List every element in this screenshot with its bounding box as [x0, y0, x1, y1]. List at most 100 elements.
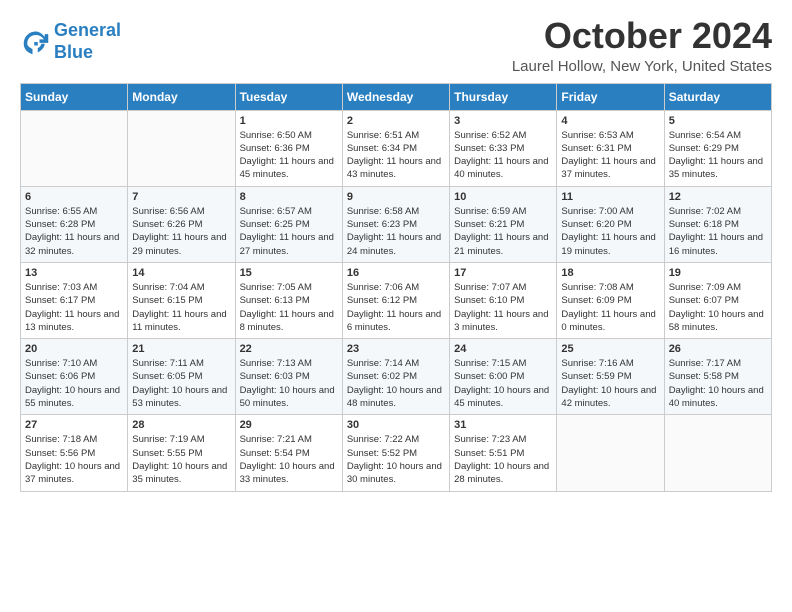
calendar-cell: 24 Sunrise: 7:15 AM Sunset: 6:00 PM Dayli…	[450, 339, 557, 415]
calendar-week-4: 27 Sunrise: 7:18 AM Sunset: 5:56 PM Dayli…	[21, 415, 772, 491]
calendar-week-2: 13 Sunrise: 7:03 AM Sunset: 6:17 PM Dayli…	[21, 262, 772, 338]
day-detail: Sunrise: 7:22 AM Sunset: 5:52 PM Dayligh…	[347, 433, 445, 486]
day-number: 5	[669, 115, 767, 127]
day-detail: Sunrise: 6:50 AM Sunset: 6:36 PM Dayligh…	[240, 129, 338, 182]
calendar-cell	[664, 415, 771, 491]
day-number: 26	[669, 343, 767, 355]
calendar-cell: 4 Sunrise: 6:53 AM Sunset: 6:31 PM Daylig…	[557, 110, 664, 186]
day-number: 28	[132, 419, 230, 431]
day-number: 31	[454, 419, 552, 431]
calendar-cell: 30 Sunrise: 7:22 AM Sunset: 5:52 PM Dayli…	[342, 415, 449, 491]
day-detail: Sunrise: 6:57 AM Sunset: 6:25 PM Dayligh…	[240, 205, 338, 258]
day-number: 11	[561, 191, 659, 203]
calendar-cell: 18 Sunrise: 7:08 AM Sunset: 6:09 PM Dayli…	[557, 262, 664, 338]
calendar-cell: 31 Sunrise: 7:23 AM Sunset: 5:51 PM Dayli…	[450, 415, 557, 491]
calendar-cell: 7 Sunrise: 6:56 AM Sunset: 6:26 PM Daylig…	[128, 186, 235, 262]
calendar-cell: 26 Sunrise: 7:17 AM Sunset: 5:58 PM Dayli…	[664, 339, 771, 415]
day-detail: Sunrise: 7:23 AM Sunset: 5:51 PM Dayligh…	[454, 433, 552, 486]
calendar-cell: 16 Sunrise: 7:06 AM Sunset: 6:12 PM Dayli…	[342, 262, 449, 338]
day-number: 8	[240, 191, 338, 203]
month-title: October 2024	[512, 16, 772, 56]
calendar-cell: 29Sunrise: 7:21 AM Sunset: 5:54 PM Dayli…	[235, 415, 342, 491]
day-detail: Sunrise: 7:06 AM Sunset: 6:12 PM Dayligh…	[347, 281, 445, 334]
day-number: 15	[240, 267, 338, 279]
calendar-cell	[128, 110, 235, 186]
weekday-header-friday: Friday	[557, 83, 664, 110]
day-number: 10	[454, 191, 552, 203]
day-detail: Sunrise: 7:14 AM Sunset: 6:02 PM Dayligh…	[347, 357, 445, 410]
day-number: 4	[561, 115, 659, 127]
logo-general: General	[54, 20, 121, 40]
day-detail: Sunrise: 6:52 AM Sunset: 6:33 PM Dayligh…	[454, 129, 552, 182]
calendar-cell: 20Sunrise: 7:10 AM Sunset: 6:06 PM Dayli…	[21, 339, 128, 415]
weekday-row: SundayMondayTuesdayWednesdayThursdayFrid…	[21, 83, 772, 110]
day-number: 2	[347, 115, 445, 127]
day-number: 7	[132, 191, 230, 203]
calendar-week-1: 6Sunrise: 6:55 AM Sunset: 6:28 PM Daylig…	[21, 186, 772, 262]
calendar-cell: 12 Sunrise: 7:02 AM Sunset: 6:18 PM Dayli…	[664, 186, 771, 262]
day-detail: Sunrise: 7:08 AM Sunset: 6:09 PM Dayligh…	[561, 281, 659, 334]
day-number: 23	[347, 343, 445, 355]
calendar-cell: 10Sunrise: 6:59 AM Sunset: 6:21 PM Dayli…	[450, 186, 557, 262]
calendar-cell: 23 Sunrise: 7:14 AM Sunset: 6:02 PM Dayli…	[342, 339, 449, 415]
calendar-cell: 13 Sunrise: 7:03 AM Sunset: 6:17 PM Dayli…	[21, 262, 128, 338]
location: Laurel Hollow, New York, United States	[512, 58, 772, 75]
day-detail: Sunrise: 7:00 AM Sunset: 6:20 PM Dayligh…	[561, 205, 659, 258]
calendar-cell: 21 Sunrise: 7:11 AM Sunset: 6:05 PM Dayli…	[128, 339, 235, 415]
calendar-cell: 22Sunrise: 7:13 AM Sunset: 6:03 PM Dayli…	[235, 339, 342, 415]
day-number: 21	[132, 343, 230, 355]
day-number: 1	[240, 115, 338, 127]
day-detail: Sunrise: 7:15 AM Sunset: 6:00 PM Dayligh…	[454, 357, 552, 410]
calendar-cell: 17 Sunrise: 7:07 AM Sunset: 6:10 PM Dayli…	[450, 262, 557, 338]
calendar-cell: 15Sunrise: 7:05 AM Sunset: 6:13 PM Dayli…	[235, 262, 342, 338]
calendar-week-0: 1 Sunrise: 6:50 AM Sunset: 6:36 PM Daylig…	[21, 110, 772, 186]
calendar-cell: 9Sunrise: 6:58 AM Sunset: 6:23 PM Daylig…	[342, 186, 449, 262]
day-number: 22	[240, 343, 338, 355]
day-number: 3	[454, 115, 552, 127]
day-detail: Sunrise: 7:18 AM Sunset: 5:56 PM Dayligh…	[25, 433, 123, 486]
day-detail: Sunrise: 7:03 AM Sunset: 6:17 PM Dayligh…	[25, 281, 123, 334]
weekday-header-wednesday: Wednesday	[342, 83, 449, 110]
calendar-cell: 11 Sunrise: 7:00 AM Sunset: 6:20 PM Dayli…	[557, 186, 664, 262]
day-number: 27	[25, 419, 123, 431]
weekday-header-saturday: Saturday	[664, 83, 771, 110]
day-detail: Sunrise: 7:07 AM Sunset: 6:10 PM Dayligh…	[454, 281, 552, 334]
calendar-cell: 14Sunrise: 7:04 AM Sunset: 6:15 PM Dayli…	[128, 262, 235, 338]
day-detail: Sunrise: 6:56 AM Sunset: 6:26 PM Dayligh…	[132, 205, 230, 258]
calendar-cell: 6Sunrise: 6:55 AM Sunset: 6:28 PM Daylig…	[21, 186, 128, 262]
day-number: 30	[347, 419, 445, 431]
calendar-week-3: 20Sunrise: 7:10 AM Sunset: 6:06 PM Dayli…	[21, 339, 772, 415]
day-detail: Sunrise: 7:21 AM Sunset: 5:54 PM Dayligh…	[240, 433, 338, 486]
day-number: 6	[25, 191, 123, 203]
weekday-header-thursday: Thursday	[450, 83, 557, 110]
calendar-cell: 27 Sunrise: 7:18 AM Sunset: 5:56 PM Dayli…	[21, 415, 128, 491]
day-number: 25	[561, 343, 659, 355]
calendar-cell: 28Sunrise: 7:19 AM Sunset: 5:55 PM Dayli…	[128, 415, 235, 491]
logo-blue: Blue	[54, 42, 93, 62]
calendar-cell: 5 Sunrise: 6:54 AM Sunset: 6:29 PM Daylig…	[664, 110, 771, 186]
day-detail: Sunrise: 6:58 AM Sunset: 6:23 PM Dayligh…	[347, 205, 445, 258]
calendar-cell	[21, 110, 128, 186]
day-detail: Sunrise: 6:53 AM Sunset: 6:31 PM Dayligh…	[561, 129, 659, 182]
weekday-header-tuesday: Tuesday	[235, 83, 342, 110]
day-detail: Sunrise: 7:11 AM Sunset: 6:05 PM Dayligh…	[132, 357, 230, 410]
day-number: 17	[454, 267, 552, 279]
day-number: 19	[669, 267, 767, 279]
day-number: 24	[454, 343, 552, 355]
day-number: 13	[25, 267, 123, 279]
calendar-cell: 3 Sunrise: 6:52 AM Sunset: 6:33 PM Daylig…	[450, 110, 557, 186]
day-number: 12	[669, 191, 767, 203]
calendar-cell	[557, 415, 664, 491]
day-number: 16	[347, 267, 445, 279]
day-number: 18	[561, 267, 659, 279]
calendar-cell: 2Sunrise: 6:51 AM Sunset: 6:34 PM Daylig…	[342, 110, 449, 186]
logo-text: General Blue	[54, 20, 121, 63]
day-detail: Sunrise: 7:02 AM Sunset: 6:18 PM Dayligh…	[669, 205, 767, 258]
day-detail: Sunrise: 6:54 AM Sunset: 6:29 PM Dayligh…	[669, 129, 767, 182]
calendar-cell: 8 Sunrise: 6:57 AM Sunset: 6:25 PM Daylig…	[235, 186, 342, 262]
calendar-cell: 25Sunrise: 7:16 AM Sunset: 5:59 PM Dayli…	[557, 339, 664, 415]
weekday-header-sunday: Sunday	[21, 83, 128, 110]
day-detail: Sunrise: 7:17 AM Sunset: 5:58 PM Dayligh…	[669, 357, 767, 410]
day-detail: Sunrise: 7:09 AM Sunset: 6:07 PM Dayligh…	[669, 281, 767, 334]
page-header: General Blue October 2024 Laurel Hollow,…	[20, 16, 772, 75]
